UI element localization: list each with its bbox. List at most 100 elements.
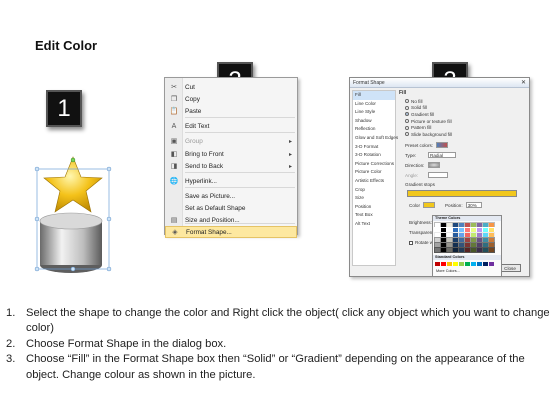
- color-swatch[interactable]: [434, 222, 441, 228]
- color-swatch[interactable]: [489, 262, 494, 266]
- sidebar-item-fill[interactable]: Fill: [353, 91, 395, 100]
- color-swatch[interactable]: [464, 237, 471, 243]
- angle-input[interactable]: [428, 172, 448, 178]
- radio-icon[interactable]: [405, 99, 409, 104]
- color-swatch[interactable]: [476, 232, 483, 238]
- color-swatch[interactable]: [458, 237, 465, 243]
- more-colors-link[interactable]: More Colors...: [433, 268, 501, 274]
- color-swatch[interactable]: [488, 222, 495, 228]
- color-swatch[interactable]: [471, 262, 476, 266]
- color-swatch[interactable]: [458, 247, 465, 253]
- fill-option-picture-or-texture-fill[interactable]: Picture or texture fill: [405, 118, 528, 125]
- color-swatch[interactable]: [476, 222, 483, 228]
- color-swatch[interactable]: [452, 232, 459, 238]
- radio-icon[interactable]: [405, 125, 409, 130]
- sidebar-item-size[interactable]: Size: [353, 194, 395, 203]
- menu-item-bring-to-front[interactable]: ◧ Bring to Front ▸: [165, 148, 297, 160]
- color-swatch[interactable]: [440, 227, 447, 233]
- sidebar-item-text-box[interactable]: Text Box: [353, 211, 395, 220]
- radio-icon[interactable]: [405, 112, 409, 117]
- sidebar-item-crop[interactable]: Crop: [353, 186, 395, 195]
- color-swatch[interactable]: [434, 242, 441, 248]
- menu-item-copy[interactable]: ❐ Copy: [165, 93, 297, 105]
- color-swatch[interactable]: [476, 242, 483, 248]
- sidebar-item-artistic-effects[interactable]: Artistic Effects: [353, 177, 395, 186]
- color-swatch[interactable]: [441, 262, 446, 266]
- sidebar-item-alt-text[interactable]: Alt Text: [353, 220, 395, 229]
- color-swatch[interactable]: [459, 262, 464, 266]
- menu-item-hyperlink[interactable]: 🌐 Hyperlink...: [165, 175, 297, 187]
- direction-dropdown[interactable]: [428, 162, 440, 168]
- menu-item-set-as-default-shape[interactable]: Set as Default Shape: [165, 202, 297, 214]
- color-swatch[interactable]: [446, 232, 453, 238]
- menu-item-format-shape[interactable]: ◈ Format Shape...: [165, 226, 297, 238]
- fill-option-gradient-fill[interactable]: Gradient fill: [405, 111, 528, 118]
- color-swatch[interactable]: [447, 262, 452, 266]
- color-swatch[interactable]: [482, 237, 489, 243]
- color-swatch[interactable]: [435, 262, 440, 266]
- menu-item-edit-text[interactable]: A Edit Text: [165, 120, 297, 132]
- color-swatch[interactable]: [452, 247, 459, 253]
- color-swatch[interactable]: [483, 262, 488, 266]
- color-swatch[interactable]: [482, 232, 489, 238]
- color-swatch[interactable]: [464, 232, 471, 238]
- selected-shape[interactable]: [28, 155, 118, 280]
- color-swatch[interactable]: [488, 227, 495, 233]
- color-swatch[interactable]: [452, 222, 459, 228]
- color-swatch[interactable]: [446, 237, 453, 243]
- fill-option-no-fill[interactable]: No fill: [405, 98, 528, 105]
- color-swatch[interactable]: [440, 237, 447, 243]
- color-swatch[interactable]: [458, 242, 465, 248]
- color-swatch[interactable]: [465, 262, 470, 266]
- checkbox-icon[interactable]: [409, 240, 413, 245]
- color-swatch[interactable]: [488, 237, 495, 243]
- color-swatch[interactable]: [440, 247, 447, 253]
- menu-item-cut[interactable]: ✂ Cut: [165, 81, 297, 93]
- radio-icon[interactable]: [405, 132, 409, 137]
- color-swatch[interactable]: [476, 227, 483, 233]
- color-swatch[interactable]: [470, 227, 477, 233]
- color-swatch[interactable]: [470, 237, 477, 243]
- color-swatch[interactable]: [458, 232, 465, 238]
- color-swatch[interactable]: [458, 227, 465, 233]
- color-swatch[interactable]: [434, 232, 441, 238]
- sidebar-item-glow-and-soft-edges[interactable]: Glow and Soft Edges: [353, 134, 398, 143]
- radio-icon[interactable]: [405, 105, 409, 110]
- fill-option-pattern-fill[interactable]: Pattern fill: [405, 124, 528, 131]
- color-swatch[interactable]: [434, 247, 441, 253]
- color-swatch[interactable]: [453, 262, 458, 266]
- color-swatch[interactable]: [464, 242, 471, 248]
- menu-item-size-and-position[interactable]: ▤ Size and Position...: [165, 214, 297, 226]
- sidebar-item-shadow[interactable]: Shadow: [353, 117, 395, 126]
- sidebar-item-line-style[interactable]: Line Style: [353, 108, 395, 117]
- color-swatch[interactable]: [476, 247, 483, 253]
- color-swatch[interactable]: [452, 242, 459, 248]
- sidebar-item-position[interactable]: Position: [353, 203, 395, 212]
- color-swatch[interactable]: [452, 227, 459, 233]
- color-swatch[interactable]: [440, 222, 447, 228]
- color-swatch[interactable]: [488, 247, 495, 253]
- color-swatch[interactable]: [482, 242, 489, 248]
- color-swatch[interactable]: [434, 237, 441, 243]
- color-swatch[interactable]: [458, 222, 465, 228]
- color-swatch[interactable]: [464, 222, 471, 228]
- color-swatch[interactable]: [470, 242, 477, 248]
- color-dropdown[interactable]: [422, 202, 435, 208]
- color-swatch[interactable]: [446, 242, 453, 248]
- menu-item-send-to-back[interactable]: ◨ Send to Back ▸: [165, 160, 297, 172]
- sidebar-item-3-d-rotation[interactable]: 3-D Rotation: [353, 151, 395, 160]
- sidebar-item-reflection[interactable]: Reflection: [353, 125, 395, 134]
- position-input[interactable]: 30%: [465, 202, 482, 208]
- color-swatch[interactable]: [482, 227, 489, 233]
- sidebar-item-picture-corrections[interactable]: Picture Corrections: [353, 160, 395, 169]
- menu-item-save-as-picture[interactable]: Save as Picture...: [165, 190, 297, 202]
- menu-item-paste[interactable]: 📋 Paste: [165, 105, 297, 117]
- color-swatch[interactable]: [470, 247, 477, 253]
- sidebar-item-3-d-format[interactable]: 3-D Format: [353, 143, 395, 152]
- color-swatch[interactable]: [440, 232, 447, 238]
- color-swatch[interactable]: [446, 247, 453, 253]
- color-swatch[interactable]: [434, 227, 441, 233]
- close-button[interactable]: Close: [499, 264, 521, 272]
- color-swatch[interactable]: [470, 222, 477, 228]
- close-icon[interactable]: ✕: [521, 79, 526, 86]
